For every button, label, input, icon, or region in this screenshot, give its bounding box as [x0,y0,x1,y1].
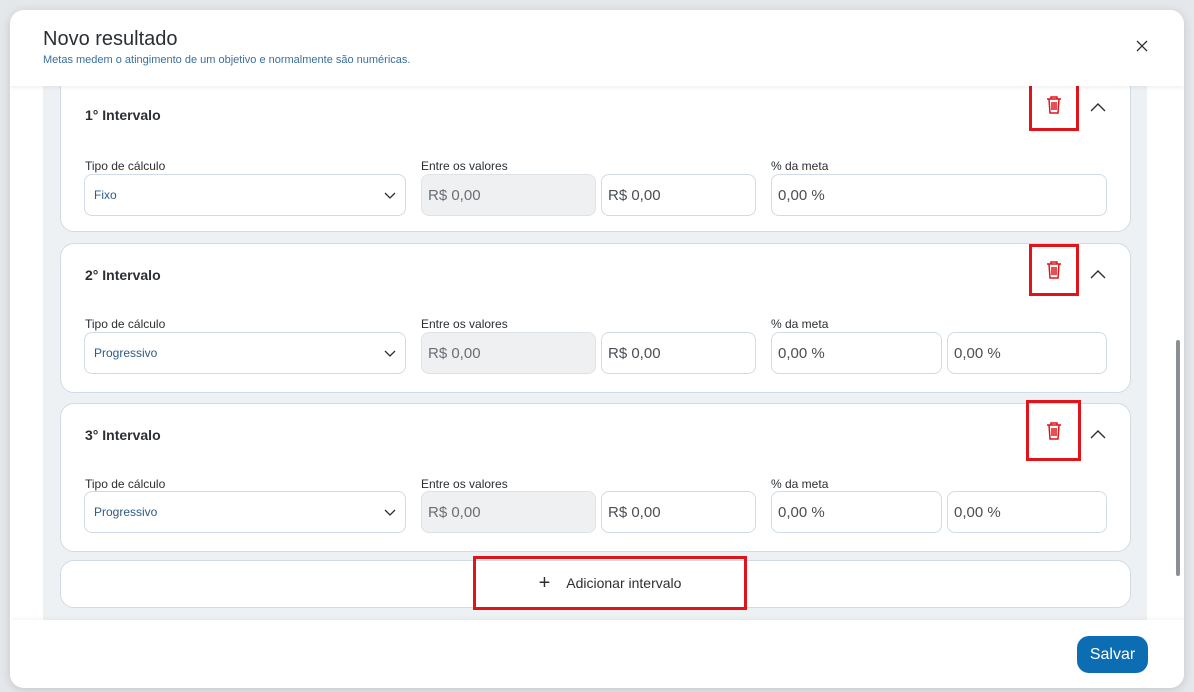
chevron-up-icon[interactable] [1089,99,1107,117]
goal-percent-input-min[interactable]: 0,00 % [771,332,942,374]
calc-type-label: Tipo de cálculo [85,317,166,331]
delete-interval-button[interactable] [1029,86,1079,131]
add-interval-label: Adicionar intervalo [566,575,682,591]
new-result-modal: Novo resultado Metas medem o atingimento… [10,10,1184,688]
value-to-input[interactable]: R$ 0,00 [601,332,756,374]
modal-subtitle: Metas medem o atingimento de um objetivo… [43,54,411,66]
chevron-up-icon[interactable] [1089,266,1107,284]
scrollbar-thumb[interactable] [1176,340,1180,576]
interval-title: 1° Intervalo [85,107,161,123]
trash-icon [1047,261,1061,279]
chevron-down-icon [384,350,396,357]
add-interval-button[interactable]: + Adicionar intervalo [473,556,747,610]
goal-percent-input[interactable]: 0,00 % [771,174,1107,216]
chevron-down-icon [384,509,396,516]
chevron-down-icon [384,192,396,199]
value-from-input: R$ 0,00 [421,174,596,216]
trash-icon [1047,96,1061,114]
close-icon[interactable] [1134,38,1150,54]
interval-card-1: 1° Intervalo Tipo de cálculo Entre os va… [60,86,1131,232]
calc-type-label: Tipo de cálculo [85,477,166,491]
goal-percent-label: % da meta [771,477,829,491]
goal-percent-input-max[interactable]: 0,00 % [947,332,1107,374]
calc-type-value: Progressivo [94,505,158,519]
save-button[interactable]: Salvar [1077,636,1148,673]
interval-card-3: 3° Intervalo Tipo de cálculo Entre os va… [60,400,1131,552]
calc-type-select[interactable]: Fixo [84,174,406,216]
calc-type-select[interactable]: Progressivo [84,332,406,374]
calc-type-label: Tipo de cálculo [85,159,166,173]
between-values-label: Entre os valores [421,317,508,331]
calc-type-value: Progressivo [94,346,158,360]
modal-header: Novo resultado Metas medem o atingimento… [10,10,1184,86]
interval-card-2: 2° Intervalo Tipo de cálculo Entre os va… [60,243,1131,393]
plus-icon: + [538,572,551,594]
goal-percent-label: % da meta [771,317,829,331]
interval-title: 3° Intervalo [85,427,161,443]
calc-type-value: Fixo [94,188,117,202]
value-to-input[interactable]: R$ 0,00 [601,491,756,533]
intervals-panel: 1° Intervalo Tipo de cálculo Entre os va… [43,86,1147,620]
trash-icon [1046,421,1061,440]
goal-percent-label: % da meta [771,159,829,173]
goal-percent-input-max[interactable]: 0,00 % [947,491,1107,533]
value-from-input: R$ 0,00 [421,491,596,533]
value-from-input: R$ 0,00 [421,332,596,374]
interval-title: 2° Intervalo [85,267,161,283]
delete-interval-button[interactable] [1026,400,1081,461]
calc-type-select[interactable]: Progressivo [84,491,406,533]
between-values-label: Entre os valores [421,477,508,491]
between-values-label: Entre os valores [421,159,508,173]
delete-interval-button[interactable] [1029,244,1079,296]
value-to-input[interactable]: R$ 0,00 [601,174,756,216]
modal-title: Novo resultado [43,28,178,50]
chevron-up-icon[interactable] [1089,426,1107,444]
modal-footer: Salvar [10,620,1184,688]
goal-percent-input-min[interactable]: 0,00 % [771,491,942,533]
